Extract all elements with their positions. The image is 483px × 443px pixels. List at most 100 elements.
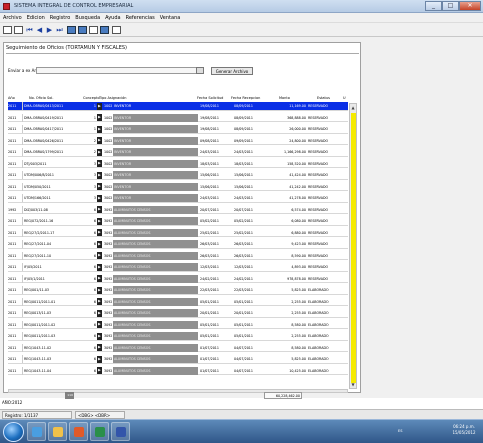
row-arrow-icon[interactable]: ▶ — [97, 229, 102, 236]
cell-status: RESERVADO — [308, 184, 329, 189]
table-row[interactable]: 2011 REG/1043-11-03 6 3092 ALUMINUTOS CENSOS… — [8, 355, 348, 364]
row-arrow-icon[interactable]: ▶ — [97, 137, 102, 144]
row-arrow-icon[interactable]: ▶ — [97, 183, 102, 190]
taskbar-app-1[interactable] — [27, 422, 46, 441]
table-row[interactable]: 2011 REG/1043-11-04 6 3092 ALUMINUTOS CENSOS… — [8, 366, 348, 376]
row-arrow-icon[interactable]: ▶ — [97, 309, 102, 317]
row-arrow-icon[interactable]: ▶ — [97, 332, 102, 340]
table-row[interactable]: 2011 REG/001/11-03 6 3092 ALUMINUTOS CENSOS 2… — [8, 286, 348, 295]
next-record-icon[interactable]: ▶ — [45, 26, 54, 34]
row-arrow-icon[interactable]: ▶ — [97, 240, 102, 248]
table-row[interactable]: 2011 REG/0011/2011-02 6 3092 ALUMINUTOS CENS… — [8, 320, 348, 330]
scroll-up-icon[interactable]: ▲ — [350, 104, 356, 111]
menu-registro[interactable]: Registro — [50, 13, 70, 22]
cell-fecha-recepcion: 04/07/2011 — [234, 357, 254, 361]
scroll-thumb[interactable] — [351, 113, 356, 383]
clock[interactable]: 06:24 p.m. 15/05/2012 — [447, 424, 481, 436]
row-arrow-icon[interactable]: ▶ — [97, 171, 102, 179]
taskbar-app-2[interactable] — [48, 422, 67, 441]
first-record-icon[interactable]: ⏮ — [25, 26, 34, 34]
row-arrow-icon[interactable]: ▶ — [97, 125, 102, 133]
cell-status: RESERVADO — [308, 127, 329, 131]
vertical-scrollbar[interactable]: ▲ ▼ — [349, 103, 357, 389]
table-row[interactable]: 2011 DMA-OBRAS/1799/2011 2 1002 INVENTOR 24/0… — [8, 148, 348, 157]
close-button[interactable]: ✕ — [459, 1, 481, 11]
scroll-down-icon[interactable]: ▼ — [350, 381, 356, 388]
previous-record-icon[interactable]: ◀ — [35, 26, 44, 34]
row-arrow-icon[interactable]: ▶ — [97, 102, 102, 110]
table-row[interactable]: 2011 UTDM/166/2011 3 3002 INVENTOR 24/03/2011… — [8, 194, 348, 203]
table-row[interactable]: 2011 REG/0013/11-03 6 3092 ALUMINUTOS CENSOS… — [8, 309, 348, 318]
table-row[interactable]: 2011 DMA-OBRAS/0413/2011 1 1002 INVENTOR 19/0… — [8, 102, 348, 111]
cell-amount: 41,242.00 — [289, 184, 306, 189]
row-arrow-icon[interactable]: ▶ — [97, 160, 102, 167]
menu-edicion[interactable]: Edicion — [27, 13, 45, 22]
system-tray[interactable]: ES — [398, 429, 402, 433]
minimize-button[interactable]: _ — [425, 1, 442, 11]
query-icon[interactable] — [67, 26, 76, 34]
row-arrow-icon[interactable]: ▶ — [97, 252, 102, 259]
taskbar-app-5[interactable] — [111, 422, 130, 441]
cell-fecha-recepcion: 08/09/2011 — [234, 127, 254, 131]
cell-type-name: ALUMINUTOS CENSOS — [113, 355, 198, 363]
exit-icon[interactable] — [100, 26, 109, 34]
table-row[interactable]: 2011 REG/27/2011-10 6 3092 ALUMINUTOS CENSOS… — [8, 251, 348, 261]
cell-number: REG/0011/2011-03 — [22, 332, 87, 340]
execute-icon[interactable] — [78, 26, 87, 34]
table-row[interactable]: 2011 UTDM/006/8/2011 3 3002 INVENTOR 15/06/20… — [8, 171, 348, 180]
cell-fecha-recepcion: 05/01/2011 — [234, 322, 254, 327]
menu-referencias[interactable]: Referencias — [126, 13, 155, 22]
maximize-button[interactable]: □ — [442, 1, 459, 11]
row-arrow-icon[interactable]: ▶ — [97, 114, 102, 121]
row-arrow-icon[interactable]: ▶ — [97, 344, 102, 351]
table-row[interactable]: 2011 DTJ/003/2011 3 3002 INVENTOR 18/03/2011 1… — [8, 159, 348, 169]
menu-archivo[interactable]: Archivo — [3, 13, 22, 22]
row-arrow-icon[interactable]: ▶ — [97, 321, 102, 328]
archive-path-input[interactable] — [36, 67, 204, 74]
cell-concept: 6 — [93, 357, 96, 361]
table-row[interactable]: 2011 DMA-OBRAS/0417/2011 1 1002 INVENTOR 19/0… — [8, 125, 348, 134]
table-row[interactable]: 2011 REG/27/2/2011-17 6 3092 ALUMINUTOS CENS… — [8, 228, 348, 238]
table-row[interactable]: 1992 DIZ/003/11-08 6 3092 ALUMINUTOS CENSOS 2… — [8, 205, 348, 215]
cell-amount: 24,800.00 — [289, 138, 306, 143]
cell-status: RESERVADO — [308, 265, 329, 269]
table-row[interactable]: 2011 IF/05/1/2011 6 3092 ALUMINUTOS CENSOS 24… — [8, 274, 348, 284]
row-arrow-icon[interactable]: ▶ — [97, 263, 102, 271]
print-icon[interactable] — [89, 26, 98, 34]
table-row[interactable]: 2011 UTDM/050/2011 3 3002 INVENTOR 15/06/2011… — [8, 182, 348, 192]
row-arrow-icon[interactable]: ▶ — [97, 367, 102, 374]
browse-button[interactable] — [196, 67, 204, 74]
row-arrow-icon[interactable]: ▶ — [97, 194, 102, 202]
row-arrow-icon[interactable]: ▶ — [97, 298, 102, 305]
table-row[interactable]: 2011 REG/0011/2011-01 6 3092 ALUMINUTOS CENS… — [8, 297, 348, 307]
cell-type-id: 3002 — [104, 161, 112, 166]
last-record-icon[interactable]: ⏭ — [55, 26, 64, 34]
table-row[interactable]: 2011 DMA-OBRAS/0426/2011 2 1002 INVENTOR 09/0… — [8, 136, 348, 146]
cell-number: REG/1043-11-03 — [22, 355, 87, 363]
menu-busqueda[interactable]: Busqueda — [75, 13, 100, 22]
help-icon[interactable] — [112, 26, 121, 34]
table-row[interactable]: 2011 DMA-OBRAS/0419/2011 1 1002 INVENTOR 19/0… — [8, 113, 348, 123]
row-arrow-icon[interactable]: ▶ — [97, 206, 102, 213]
cell-type-name: ALUMINUTOS CENSOS — [113, 251, 198, 260]
new-icon[interactable] — [3, 26, 12, 34]
row-arrow-icon[interactable]: ▶ — [97, 148, 102, 156]
table-row[interactable]: 2011 REG/072/2011-16 6 3092 ALUMINUTOS CENSO… — [8, 217, 348, 226]
generate-archive-button[interactable]: Generar Archivo — [211, 67, 253, 75]
row-arrow-icon[interactable]: ▶ — [97, 275, 102, 282]
row-arrow-icon[interactable]: ▶ — [97, 217, 102, 225]
table-row[interactable]: 2011 REG/0011/2011-03 6 3092 ALUMINUTOS CENS… — [8, 332, 348, 341]
taskbar-app-4[interactable] — [90, 422, 109, 441]
start-button[interactable] — [3, 422, 24, 442]
menu-ventana[interactable]: Ventana — [160, 13, 181, 22]
save-icon[interactable] — [14, 26, 23, 34]
row-arrow-icon[interactable]: ▶ — [97, 355, 102, 363]
table-row[interactable]: 2011 REG/27/2011-04 6 3092 ALUMINUTOS CENSOS… — [8, 240, 348, 249]
menu-ayuda[interactable]: Ayuda — [105, 13, 120, 22]
cell-number: UTDM/050/2011 — [22, 182, 87, 191]
cell-fecha-recepcion: 24/02/2011 — [234, 276, 254, 281]
table-row[interactable]: 2011 REG/1043-11-02 6 3092 ALUMINUTOS CENSOS… — [8, 343, 348, 353]
table-row[interactable]: 2011 IF/05/2011 6 3092 ALUMINUTOS CENSOS 12/0… — [8, 263, 348, 272]
row-arrow-icon[interactable]: ▶ — [97, 286, 102, 294]
taskbar-app-3[interactable] — [69, 422, 88, 441]
